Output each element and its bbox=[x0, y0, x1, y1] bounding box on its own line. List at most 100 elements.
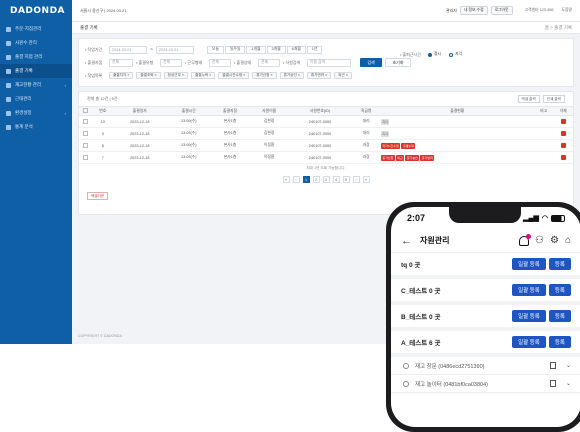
filter-chip[interactable]: 출결시간수정 × bbox=[218, 72, 250, 79]
status-tag: 지각 bbox=[380, 130, 390, 137]
cell-time: 13:09(수) bbox=[166, 151, 211, 164]
menu-icon bbox=[6, 40, 11, 46]
bulk-register-button[interactable]: 일괄 등록 bbox=[512, 310, 546, 322]
radio-on-time[interactable] bbox=[428, 52, 432, 57]
help-link[interactable]: 도움말 bbox=[562, 8, 572, 13]
trash-icon[interactable] bbox=[560, 130, 566, 136]
phone-frame: 2:07 ▂▄▆ ◠ ← 자원관리 ⚇ ⚙ ⌂ tq 0 곳 일괄 등록 등록 C… bbox=[386, 202, 580, 432]
bulk-register-button[interactable]: 일괄 등록 bbox=[512, 336, 546, 348]
search-button[interactable]: 검색 bbox=[360, 58, 382, 67]
row-checkbox[interactable] bbox=[83, 142, 89, 148]
row-checkbox[interactable] bbox=[83, 118, 89, 124]
resource-item[interactable]: 재고 창문 (0486ecd2751390) ⌄ bbox=[391, 357, 580, 375]
employee-search-input[interactable]: 이름 검색 bbox=[307, 58, 351, 67]
sidebar-item-5[interactable]: 근태관리 bbox=[0, 92, 72, 106]
page-button[interactable]: 1 bbox=[302, 176, 310, 183]
cell-name[interactable]: 김현정 bbox=[249, 115, 289, 128]
attendance-table: 번호 출결일자 출결시간 출결지점 사원이름 사원번호(ID) 직급명 출결현황 비고 삭제 10… bbox=[79, 106, 573, 164]
brand-logo[interactable]: DADONDA bbox=[0, 0, 72, 22]
gear-icon[interactable]: ⚙ bbox=[550, 235, 559, 246]
filter-chip[interactable]: 외근 × bbox=[334, 72, 352, 79]
date-to-input[interactable]: 2024-03-21 bbox=[155, 45, 194, 54]
radio-late-label: 지각 bbox=[455, 52, 462, 56]
place-select[interactable]: 전체 bbox=[109, 58, 133, 67]
user-icon[interactable]: ⚇ bbox=[535, 235, 544, 246]
excel-download-button[interactable]: 엑셀다운 bbox=[87, 192, 109, 200]
page-button[interactable]: 3 bbox=[322, 176, 330, 183]
register-button[interactable]: 등록 bbox=[548, 258, 571, 270]
sidebar-item-1[interactable]: 사원수 관리 bbox=[0, 36, 72, 50]
type-select[interactable]: 전체 bbox=[160, 58, 182, 67]
trash-icon[interactable] bbox=[549, 362, 556, 369]
column-header[interactable] bbox=[79, 106, 93, 116]
column-header: 사원이름 bbox=[249, 106, 289, 116]
employee-search-label: • 사원검색 bbox=[283, 59, 301, 65]
trash-icon[interactable] bbox=[560, 154, 566, 160]
sidebar-item-2[interactable]: 출결 지점 관리 bbox=[0, 50, 72, 64]
period-button-3[interactable]: 3개월 bbox=[266, 45, 286, 54]
cell-name[interactable]: 이정환 bbox=[249, 139, 289, 152]
cell-note bbox=[533, 127, 554, 140]
sidebar-item-6[interactable]: 환경설정 › bbox=[0, 106, 72, 120]
wifi-icon: ◠ bbox=[541, 215, 548, 222]
page-button[interactable]: › bbox=[352, 176, 360, 183]
date-from-input[interactable]: 2024-03-01 bbox=[109, 45, 147, 54]
logout-button[interactable]: 로그아웃 bbox=[490, 6, 513, 15]
filter-chip[interactable]: 출결조퇴 × bbox=[136, 72, 161, 79]
register-button[interactable]: 등록 bbox=[548, 310, 571, 322]
chevron-down-icon[interactable]: ⌄ bbox=[566, 380, 571, 387]
trash-icon[interactable] bbox=[549, 380, 556, 387]
page-button[interactable]: « bbox=[282, 176, 290, 183]
period-button-2[interactable]: 1개월 bbox=[246, 45, 266, 54]
period-button-5[interactable]: 1년 bbox=[306, 45, 323, 54]
select-all-checkbox[interactable] bbox=[83, 108, 89, 113]
chevron-down-icon[interactable]: ⌄ bbox=[566, 362, 571, 369]
table-row[interactable]: 9 2023-12-18 13:09(수) 본사1층 김현정 240107-00… bbox=[79, 127, 573, 140]
cell-name[interactable]: 김현정 bbox=[249, 127, 289, 140]
print-button[interactable]: 인쇄 출력 bbox=[542, 95, 565, 103]
sidebar-item-3[interactable]: 출결 기록 bbox=[0, 64, 72, 78]
cell-name[interactable]: 이정환 bbox=[249, 151, 289, 164]
page-button[interactable]: 2 bbox=[312, 176, 320, 183]
user-name: 관리자 bbox=[445, 7, 457, 13]
sidebar-item-0[interactable]: 주문·지점관리 bbox=[0, 22, 72, 36]
sidebar-item-4[interactable]: 재고현황 관리 › bbox=[0, 78, 72, 92]
bulk-register-button[interactable]: 일괄 등록 bbox=[512, 284, 546, 296]
range-notice: 최대 1년 조회 가능합니다. bbox=[306, 166, 346, 170]
period-button-0[interactable]: 오늘 bbox=[206, 45, 224, 54]
table-row[interactable]: 8 2023-12-18 13:09(수) 본사1층 이정환 240107-00… bbox=[79, 139, 573, 152]
period-button-1[interactable]: 일주일 bbox=[224, 45, 246, 54]
work-select[interactable]: 전체 bbox=[209, 58, 231, 67]
sidebar-item-7[interactable]: 통계 분석 bbox=[0, 120, 72, 134]
trash-icon[interactable] bbox=[560, 142, 566, 148]
table-row[interactable]: 7 2023-12-18 13:09(수) 본사1층 이정환 240107-00… bbox=[79, 151, 573, 164]
register-button[interactable]: 등록 bbox=[548, 284, 571, 296]
status-select[interactable]: 전체 bbox=[258, 58, 280, 67]
resource-item[interactable]: 재고 놀이터 (0481bf0ca03804) ⌄ bbox=[391, 375, 580, 393]
register-button[interactable]: 등록 bbox=[548, 336, 571, 348]
page-button[interactable]: 4 bbox=[332, 176, 340, 183]
period-button-4[interactable]: 6개월 bbox=[286, 45, 306, 54]
edit-profile-button[interactable]: 내 정보 수정 bbox=[459, 6, 488, 15]
filter-chip[interactable]: 출결누락 × bbox=[190, 72, 216, 79]
page-button[interactable]: 5 bbox=[342, 176, 350, 183]
bulk-register-button[interactable]: 일괄 등록 bbox=[512, 258, 546, 270]
filter-chip[interactable]: 휴가반려 × bbox=[306, 72, 332, 79]
page-button[interactable]: ‹ bbox=[292, 176, 300, 183]
trash-icon[interactable] bbox=[560, 118, 566, 124]
filter-chip[interactable]: 휴가신청 × bbox=[252, 72, 277, 79]
back-arrow-icon[interactable]: ← bbox=[401, 235, 412, 247]
row-checkbox[interactable] bbox=[83, 154, 89, 160]
home-icon[interactable]: ⌂ bbox=[565, 235, 571, 246]
excel-export-button[interactable]: 엑셀 출력 bbox=[517, 95, 540, 103]
radio-late[interactable] bbox=[449, 52, 453, 57]
table-row[interactable]: 10 2023-12-18 13:09(수) 본사1층 김현정 240107-0… bbox=[79, 115, 573, 128]
bell-icon[interactable] bbox=[519, 233, 532, 246]
status-tag: 외근 bbox=[395, 154, 405, 161]
filter-chip[interactable]: 출결지각 × bbox=[109, 72, 134, 79]
filter-chip[interactable]: 휴가승인 × bbox=[279, 72, 304, 79]
page-button[interactable]: » bbox=[362, 176, 370, 183]
row-checkbox[interactable] bbox=[83, 130, 89, 136]
filter-chip[interactable]: 정상근무 × bbox=[163, 72, 188, 79]
group-name: tq 0 곳 bbox=[401, 262, 421, 269]
